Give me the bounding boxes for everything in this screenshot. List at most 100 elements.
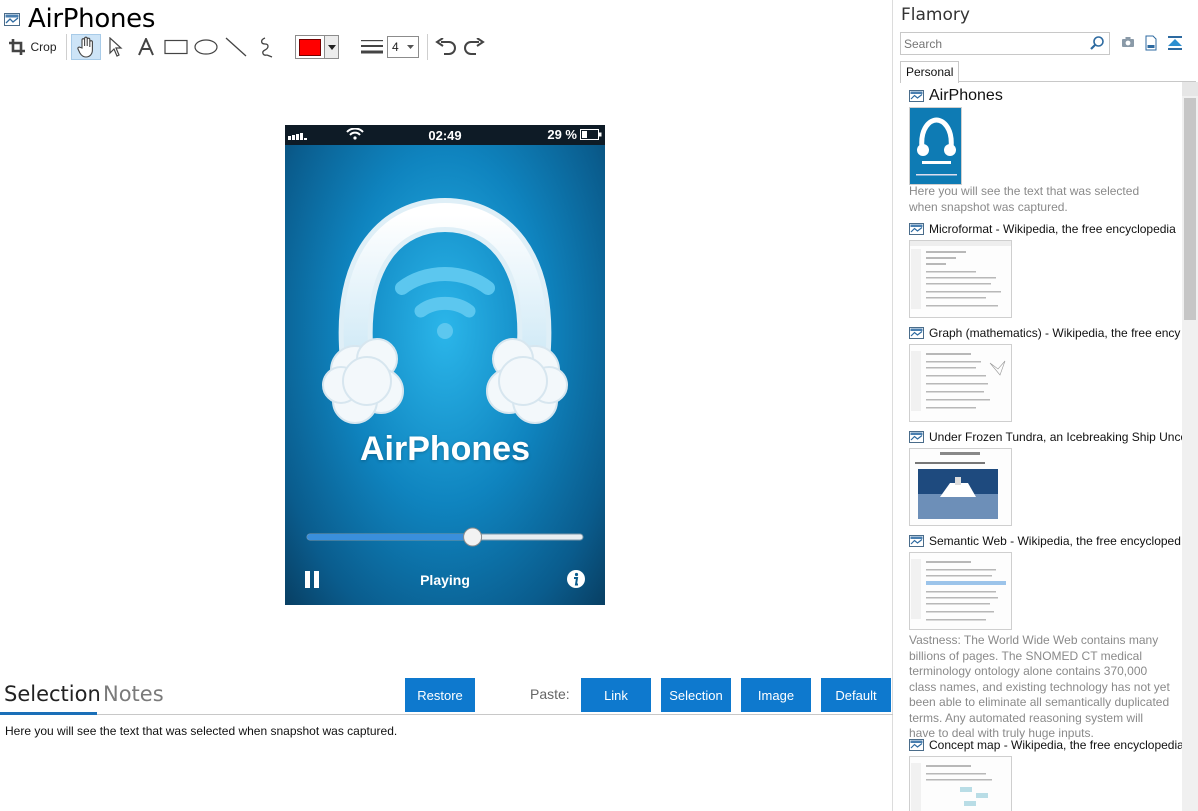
slider-knob <box>463 527 483 547</box>
battery-icon <box>580 129 602 140</box>
crop-label: Crop <box>30 40 57 54</box>
search-icon[interactable] <box>1090 36 1104 50</box>
battery-percent: 29 % <box>547 127 577 142</box>
line-style-button[interactable] <box>359 34 385 60</box>
snapshot-icon <box>909 739 924 751</box>
snapshot-icon <box>909 327 924 339</box>
rectangle-tool-button[interactable] <box>161 34 191 60</box>
notes-bar: Selection Notes Restore Paste: Link Sele… <box>0 678 893 715</box>
news-thumbnail <box>910 449 1011 525</box>
list-item-note: Here you will see the text that was sele… <box>909 184 1140 214</box>
tab-notes[interactable]: Notes <box>103 682 164 706</box>
list-item[interactable]: Concept map - Wikipedia, the free encycl… <box>909 736 1182 811</box>
selection-text[interactable]: Here you will see the text that was sele… <box>5 724 397 738</box>
toolbar-separator <box>427 34 428 60</box>
color-swatch <box>299 38 321 56</box>
ellipse-icon <box>194 39 218 55</box>
chevron-down-icon <box>407 45 414 49</box>
text-tool-icon <box>138 38 154 56</box>
snapshot-canvas[interactable]: 02:49 29 % AirPhones Playing <box>0 62 893 678</box>
snapshot-image: 02:49 29 % AirPhones Playing <box>285 125 605 605</box>
list-item-thumbnail <box>909 344 1012 422</box>
freehand-tool-button[interactable] <box>251 34 281 60</box>
list-item-thumbnail <box>909 240 1012 318</box>
webpage-thumbnail <box>910 757 1011 811</box>
document-icon[interactable] <box>1144 35 1158 51</box>
list-item-title: Concept map - Wikipedia, the free encycl… <box>929 738 1182 752</box>
app-title: Flamory <box>901 5 970 25</box>
list-item-note: Vastness: The World Wide Web contains ma… <box>909 633 1170 740</box>
line-tool-button[interactable] <box>221 34 251 60</box>
sidebar-scrollbar[interactable] <box>1182 82 1198 811</box>
list-item-title: Under Frozen Tundra, an Icebreaking Ship… <box>929 430 1182 444</box>
color-dropdown-arrow <box>324 36 338 58</box>
webpage-thumbnail <box>910 345 1011 421</box>
list-item[interactable]: Under Frozen Tundra, an Icebreaking Ship… <box>909 428 1182 526</box>
snapshot-icon <box>909 535 924 547</box>
color-picker[interactable] <box>295 35 339 59</box>
paste-default-button[interactable]: Default <box>821 678 891 712</box>
slider-progress <box>307 534 473 540</box>
sidebar-actions <box>1121 35 1183 51</box>
list-item[interactable]: Graph (mathematics) - Wikipedia, the fre… <box>909 324 1182 422</box>
crop-icon <box>9 39 26 55</box>
chevron-down-icon <box>327 44 336 50</box>
stroke-width-select[interactable]: 4 <box>387 36 419 58</box>
tab-personal[interactable]: Personal <box>900 61 959 83</box>
redo-button[interactable] <box>460 34 488 60</box>
tab-selection[interactable]: Selection <box>4 682 101 706</box>
redo-icon <box>464 38 485 55</box>
line-icon <box>225 37 247 57</box>
scrollbar-thumb[interactable] <box>1184 98 1196 320</box>
undo-button[interactable] <box>432 34 460 60</box>
list-item-header: Graph (mathematics) - Wikipedia, the fre… <box>909 324 1182 342</box>
collapse-icon[interactable] <box>1167 35 1183 51</box>
scroll-up-arrow[interactable] <box>1182 82 1198 96</box>
pointer-icon <box>109 37 123 57</box>
headphones-icon <box>322 197 568 424</box>
list-item-header: Under Frozen Tundra, an Icebreaking Ship… <box>909 428 1182 446</box>
paste-selection-button[interactable]: Selection <box>661 678 731 712</box>
list-item-thumbnail <box>909 552 1012 630</box>
crop-button[interactable]: Crop <box>4 34 62 60</box>
list-item-title: Semantic Web - Wikipedia, the free encyc… <box>929 534 1181 548</box>
list-item[interactable]: AirPhones Here you will see the text tha… <box>909 87 1182 214</box>
webpage-thumbnail <box>910 241 1011 317</box>
restore-button[interactable]: Restore <box>405 678 475 712</box>
list-item[interactable]: Microformat - Wikipedia, the free encycl… <box>909 220 1182 318</box>
flamory-sidebar: Flamory Personal <box>894 0 1198 811</box>
info-icon <box>567 570 585 588</box>
undo-icon <box>435 38 456 55</box>
camera-icon[interactable] <box>1121 35 1135 49</box>
snapshot-icon <box>4 12 20 26</box>
active-tab-indicator <box>0 712 97 715</box>
list-item-header: Microformat - Wikipedia, the free encycl… <box>909 220 1182 238</box>
playback-status: Playing <box>420 572 470 588</box>
rectangle-icon <box>164 39 188 55</box>
stroke-width-value: 4 <box>392 40 399 54</box>
list-item-thumbnail <box>909 756 1012 811</box>
snapshot-icon <box>909 223 924 235</box>
snapshot-icon <box>909 431 924 443</box>
list-item-title: Microformat - Wikipedia, the free encycl… <box>929 222 1176 236</box>
text-tool-button[interactable] <box>131 34 161 60</box>
hand-tool-button[interactable] <box>71 34 101 60</box>
list-item-header: Semantic Web - Wikipedia, the free encyc… <box>909 532 1182 550</box>
app-name-label: AirPhones <box>359 430 531 468</box>
search-input[interactable] <box>900 32 1110 55</box>
list-item-header: Concept map - Wikipedia, the free encycl… <box>909 736 1182 754</box>
list-item-title: AirPhones <box>929 87 1003 104</box>
snapshot-icon <box>909 90 924 102</box>
list-item[interactable]: Semantic Web - Wikipedia, the free encyc… <box>909 532 1182 740</box>
title-row: AirPhones <box>4 4 155 34</box>
select-tool-button[interactable] <box>101 34 131 60</box>
list-item-thumbnail <box>909 448 1012 526</box>
snapshot-list: AirPhones Here you will see the text tha… <box>894 82 1182 811</box>
page-title: AirPhones <box>28 4 156 34</box>
paste-link-button[interactable]: Link <box>581 678 651 712</box>
ellipse-tool-button[interactable] <box>191 34 221 60</box>
phone-status-bar: 02:49 29 % <box>285 125 605 145</box>
paste-image-button[interactable]: Image <box>741 678 811 712</box>
hand-icon <box>77 36 93 58</box>
toolbar-separator <box>66 34 67 60</box>
